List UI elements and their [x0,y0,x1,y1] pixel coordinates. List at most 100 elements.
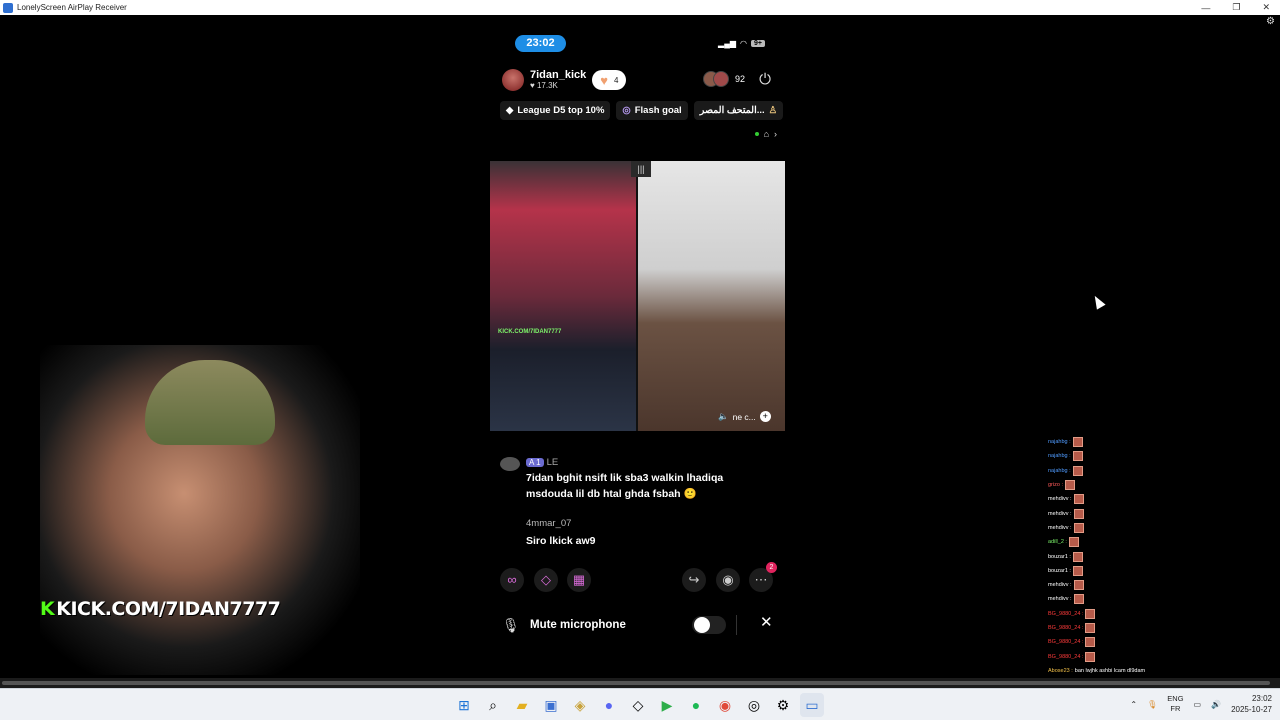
overlay-chat-line: mehdivv : [1048,521,1178,535]
start-icon[interactable]: ⊞ [452,693,476,717]
viewers[interactable]: 92 [702,71,745,87]
power-icon[interactable]: ⏻ [759,71,771,88]
live-dot [754,132,759,136]
chevron-right-icon[interactable]: › [774,129,777,139]
speaker-icon: 🔈 [718,411,729,421]
lonelyscreen-icon[interactable]: ▭ [800,693,824,717]
overlay-chat-user: bouzar1 : [1048,567,1071,574]
overlay-chat-user: najahbg : [1048,467,1071,474]
mic-icon[interactable]: 🎙 [1147,700,1157,709]
play-icon[interactable]: ▶ [655,693,679,717]
host-avatar[interactable] [502,69,524,91]
overlay-chat-user: mehdivv : [1048,510,1072,517]
chip-arabic[interactable]: المتحف المصر... ♙ [693,101,784,120]
mute-toggle[interactable] [692,616,726,634]
emote-icon [1068,537,1079,548]
status-bar-icons: ▂▄▆ ◠ 9+ [718,39,765,48]
chip-label: League D5 top 10% [517,105,605,116]
emote-icon [1072,437,1083,448]
emote-icon [1085,637,1096,648]
mute-label: Mute microphone [530,619,626,631]
divider [736,615,737,635]
gift-icon[interactable]: ◉ [716,568,740,592]
left-stream[interactable]: KICK.COM/7IDAN7777 [490,161,636,431]
stats-icon[interactable]: ||| [631,161,651,177]
network-icon[interactable]: ▭ [1194,700,1202,709]
overlay-chat-line: adill_2 : [1048,535,1178,549]
overlay-chat-line: mehdivv : [1048,506,1178,520]
chevron-up-icon[interactable]: ⌃ [1130,700,1137,709]
figure-icon: ♙ [768,105,778,116]
emote-icon [1073,494,1084,505]
overlay-chat-line: grizo : [1048,478,1178,492]
right-stream[interactable] [638,161,785,431]
kick-logo-icon: K [40,598,55,620]
store-icon[interactable]: ▣ [539,693,563,717]
close-button[interactable]: ✕ [1262,2,1270,13]
comment-text: Siro lkick aw9 [526,535,596,547]
emote-icon [1073,522,1084,533]
emote-icon [1085,623,1096,633]
follow-count: 4 [613,75,619,85]
follow-button[interactable]: ♥ 4 [592,70,627,90]
heart-small-icon: ♥ [530,81,537,90]
search-icon[interactable]: ⌕ [481,693,505,717]
emote-icon [1085,651,1096,662]
settings-icon[interactable]: ⚙ [771,693,795,717]
live-video[interactable]: KICK.COM/7IDAN7777 ||| 🔈 ne c... + [490,161,785,431]
emote-icon [1085,608,1096,619]
comment-username: 4mmar_07 [526,518,572,529]
chrome-icon[interactable]: ◉ [713,693,737,717]
overlay-chat-user: najahbg : [1048,439,1071,446]
signal-icon: ▂▄▆ [718,39,737,48]
spotify-icon[interactable]: ● [684,693,708,717]
clock[interactable]: 23:02 2025-10-27 [1231,693,1272,715]
webcam-feed: K KICK.COM/7IDAN7777 [40,345,360,675]
discord-icon[interactable]: ● [597,693,621,717]
chip-label: Flash goal [634,105,682,116]
overlay-chat-user: BG_9880_24 : [1048,639,1084,646]
more-icon[interactable]: ⋯ 2 [749,562,777,592]
wifi-icon: ◠ [740,39,748,48]
guest-name: ne c... [732,411,756,422]
host-card[interactable]: 7idan_kick ♥ 17.3K ♥ 4 [502,69,627,91]
scrollbar-thumb[interactable] [2,681,1270,685]
capcut-icon[interactable]: ◇ [626,693,650,717]
horizontal-scrollbar[interactable] [0,678,1280,688]
window-titlebar: LonelyScreen AirPlay Receiver — ❐ ✕ [0,0,1280,15]
maximize-button[interactable]: ❐ [1232,2,1240,13]
chip-league[interactable]: ◆ League D5 top 10% [500,101,611,120]
overlay-chat-line: najahbg : [1048,435,1178,449]
obs-icon[interactable]: ◎ [742,693,766,717]
grid-icon[interactable]: ▦ [567,568,591,592]
chip-row: ◆ League D5 top 10% ◎ Flash goal المتحف ال… [500,101,784,120]
minimize-button[interactable]: — [1201,3,1210,13]
language-indicator[interactable]: ENG FR [1167,694,1183,714]
left-stream-url: KICK.COM/7IDAN7777 [498,329,562,335]
emote-icon [1064,480,1075,491]
file-explorer-icon[interactable]: ▰ [510,693,534,717]
app-icon[interactable]: ◈ [568,693,592,717]
match-icon[interactable]: ◇ [534,568,558,592]
overlay-chat-line: mehdivv : [1048,592,1178,606]
link-icon[interactable]: ∞ [500,568,524,592]
volume-icon[interactable]: 🔊 [1211,700,1221,709]
overlay-chat-line: BG_9880_24 : [1048,635,1178,649]
gear-icon[interactable]: ⚙ [1266,17,1276,27]
overlay-chat-user: bouzar1 : [1048,553,1071,560]
taskbar: ⊞ ⌕ ▰ ▣ ◈ ● ◇ ▶ ● ◉ ◎ ⚙ ▭ ⌃ 🎙 ENG FR ▭ 🔊… [0,688,1280,720]
home-icon[interactable]: ⌂ [764,129,769,139]
clock-time: 23:02 [1251,694,1272,703]
add-icon[interactable]: + [759,411,771,422]
action-bar: ∞ ◇ ▦ ↪ ◉ ⋯ 2 [500,562,777,592]
emote-icon [1072,551,1083,562]
overlay-chat-user: mehdivv : [1048,496,1072,503]
overlay-chat-line: BG_9880_24 : [1048,621,1178,635]
host-likes: ♥ 17.3K [530,81,586,91]
lonelyscreen-app-icon [3,2,13,13]
chip-flash-goal[interactable]: ◎ Flash goal [616,101,688,120]
share-icon[interactable]: ↪ [682,568,706,592]
beanie [145,360,275,445]
overlay-chat-line: mehdivv : [1048,492,1178,506]
close-icon[interactable]: ✕ [760,613,773,631]
